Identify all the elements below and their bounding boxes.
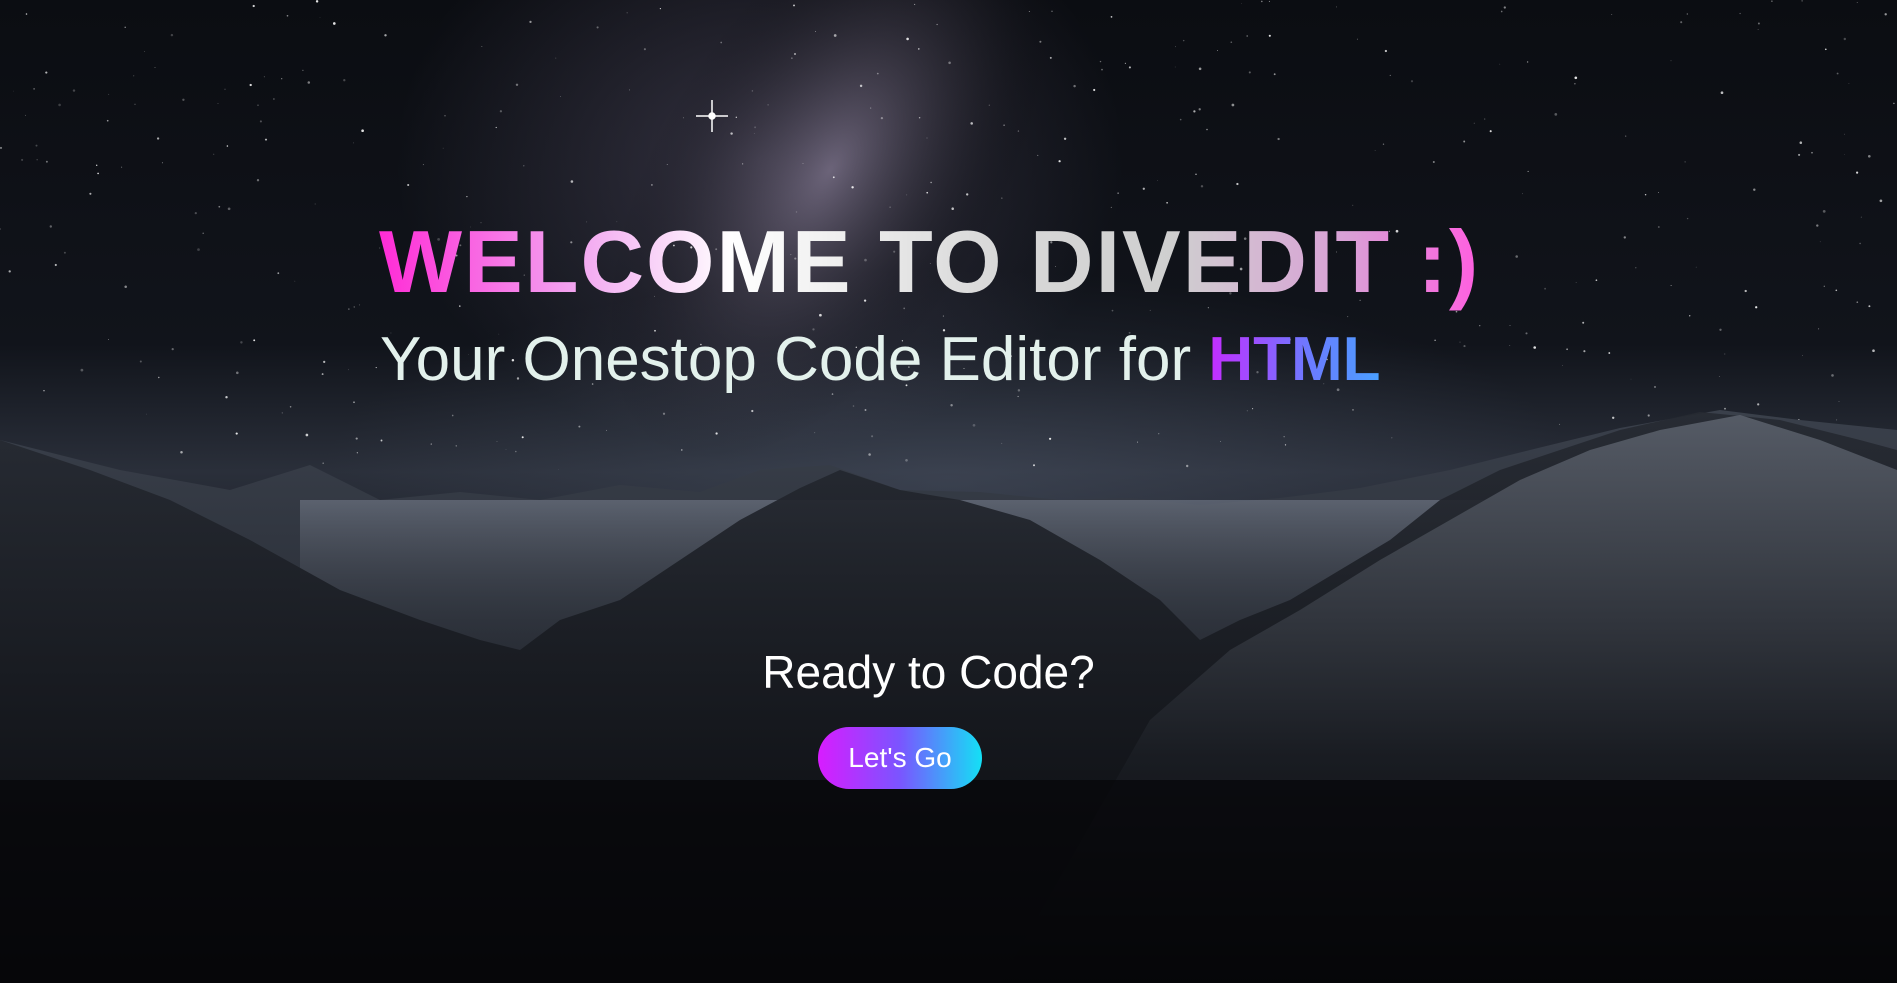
- hero-content: WELCOME TO DIVEDIT :) Your Onestop Code …: [0, 0, 1897, 983]
- lets-go-button[interactable]: Let's Go: [818, 727, 982, 789]
- page-title: WELCOME TO DIVEDIT :): [379, 212, 1481, 311]
- page-subtitle: Your Onestop Code Editor for HTML: [380, 322, 1380, 398]
- cta-prompt: Ready to Code?: [762, 646, 1095, 698]
- hero-section: WELCOME TO DIVEDIT :) Your Onestop Code …: [0, 0, 1897, 983]
- subtitle-text: Your Onestop Code Editor for: [380, 325, 1209, 394]
- subtitle-accent: HTML: [1208, 325, 1381, 394]
